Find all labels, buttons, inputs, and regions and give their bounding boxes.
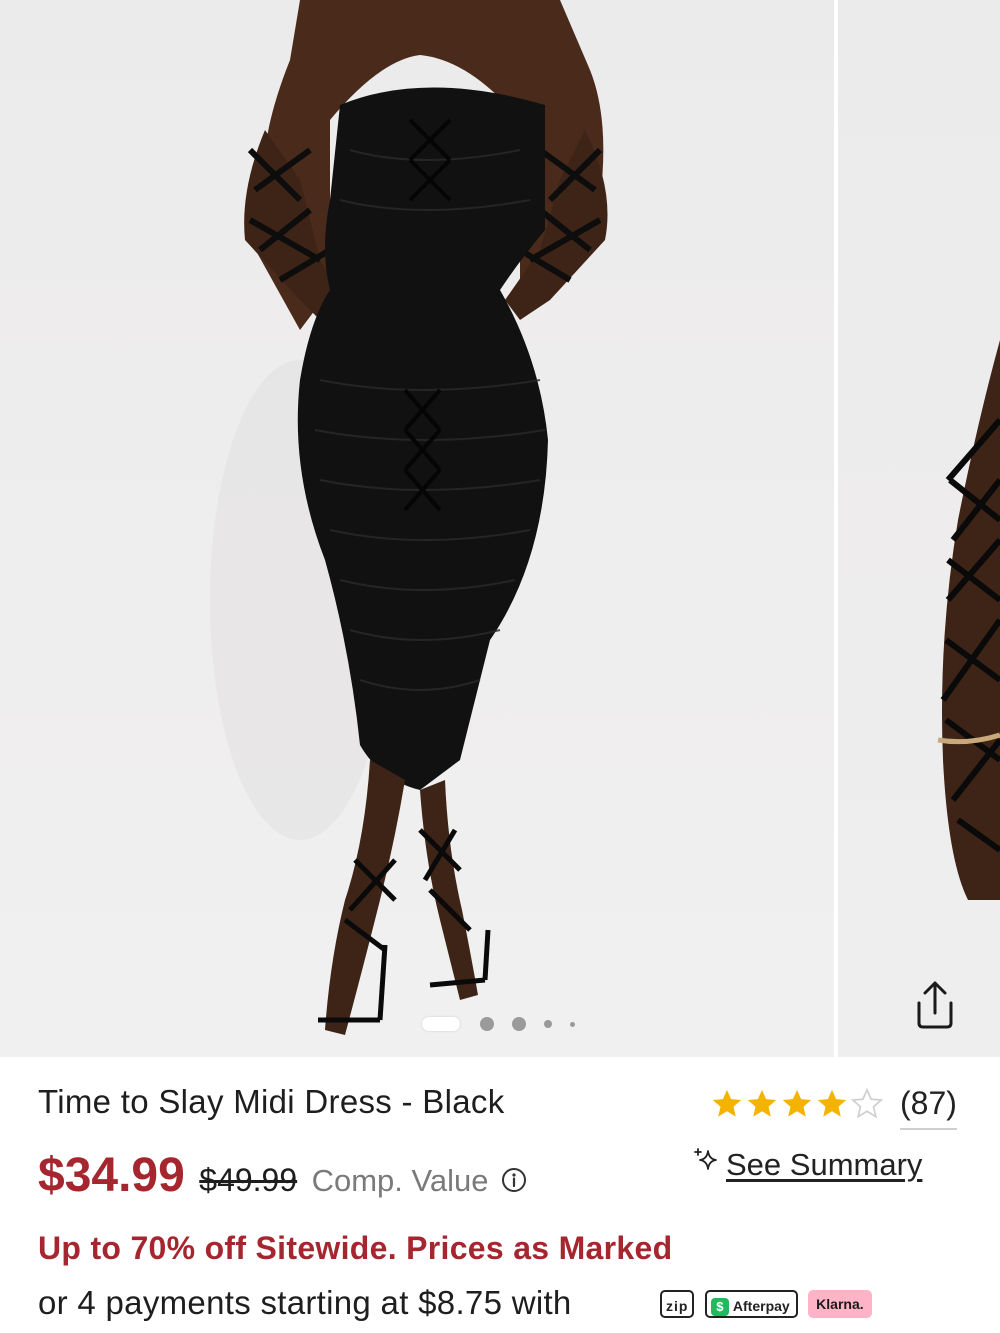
comp-value-label: Comp. Value [311,1163,489,1198]
klarna-badge[interactable]: Klarna. [808,1290,872,1318]
star-filled-icon [712,1089,742,1117]
installment-message: or 4 payments starting at $8.75 with [38,1284,572,1321]
sale-price: $34.99 [38,1149,185,1202]
star-filled-icon [747,1089,777,1117]
see-summary-link[interactable]: See Summary [690,1143,970,1183]
product-image-main[interactable] [0,0,834,1057]
promo-message: Up to 70% off Sitewide. Prices as Marked [38,1230,673,1266]
payment-provider-badges: zip $ Afterpay Klarna. [660,1290,878,1322]
carousel-dots [422,1015,582,1033]
zip-badge[interactable]: zip [660,1290,695,1318]
afterpay-dollar-icon: $ [710,1298,729,1317]
carousel-dot[interactable] [480,1017,494,1031]
review-count[interactable]: (87) [900,1085,957,1130]
star-empty-icon [850,1087,884,1119]
product-image-gallery[interactable] [0,0,1000,1057]
see-summary-label[interactable]: See Summary [726,1147,922,1183]
star-rating [710,1087,885,1123]
share-icon[interactable] [905,975,965,1035]
star-filled-icon [817,1089,847,1117]
carousel-dot[interactable] [544,1020,552,1028]
sparkle-icon [694,1148,717,1170]
star-filled-icon [782,1089,812,1117]
carousel-dot-active[interactable] [422,1017,460,1031]
afterpay-badge[interactable]: $ Afterpay [704,1290,798,1318]
product-title: Time to Slay Midi Dress - Black [38,1083,505,1120]
carousel-dot[interactable] [570,1022,575,1027]
product-photo [210,0,608,1035]
info-icon[interactable] [501,1167,527,1193]
rating-summary[interactable]: (87) [710,1085,970,1130]
afterpay-label: Afterpay [732,1298,790,1314]
product-photo-next [937,340,1000,900]
original-price: $49.99 [199,1162,298,1198]
carousel-dot[interactable] [512,1017,526,1031]
price-row: $34.99 $49.99 Comp. Value [38,1148,527,1208]
product-image-next[interactable] [838,0,1000,1057]
